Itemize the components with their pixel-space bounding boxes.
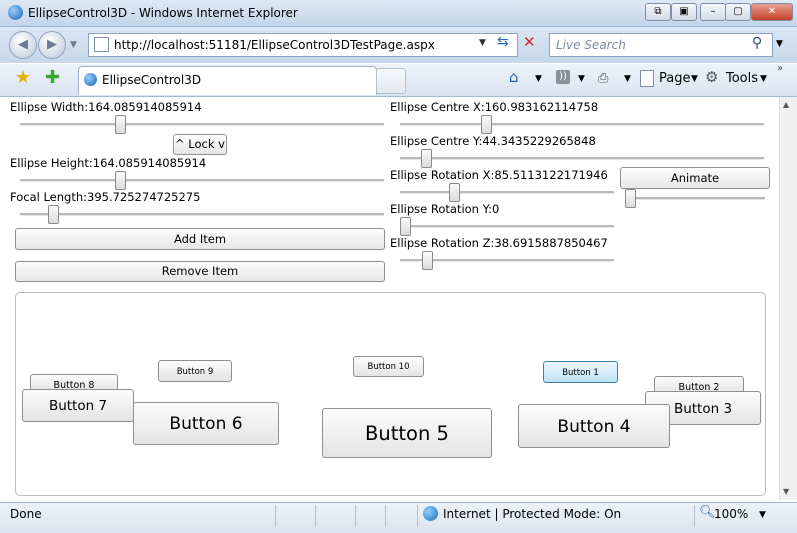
scroll-down-icon[interactable]: ▼	[783, 487, 789, 496]
item-button-7[interactable]: Button 7	[22, 389, 134, 422]
forward-button[interactable]: ▶	[38, 31, 66, 59]
centre-y-label: Ellipse Centre Y:44.3435229265848	[390, 134, 596, 148]
rotation-y-slider[interactable]	[400, 217, 614, 236]
restore-pages-icon[interactable]: ▣	[671, 3, 697, 21]
add-favorites-icon[interactable]: ✚	[45, 67, 60, 88]
animate-slider[interactable]	[625, 189, 765, 208]
status-divider	[417, 505, 418, 527]
item-button-9[interactable]: Button 9	[158, 360, 232, 382]
back-button[interactable]: ◀	[9, 31, 37, 59]
centre-y-slider[interactable]	[400, 149, 764, 168]
add-item-button[interactable]: Add Item	[15, 228, 385, 250]
slider-thumb[interactable]	[421, 149, 432, 168]
tab-label[interactable]: EllipseControl3D	[102, 73, 201, 87]
status-divider	[355, 505, 356, 527]
slider-thumb[interactable]	[48, 205, 59, 224]
status-bar	[0, 502, 797, 533]
home-dropdown-icon[interactable]: ▼	[535, 74, 542, 84]
new-tab-button[interactable]	[376, 68, 406, 94]
slider-thumb[interactable]	[400, 217, 411, 236]
focal-length-label: Focal Length:395.725274725275	[10, 190, 201, 204]
item-button-4[interactable]: Button 4	[518, 404, 670, 448]
search-input[interactable]: Live Search	[556, 38, 626, 52]
rotation-x-label: Ellipse Rotation X:85.5113122171946	[390, 168, 608, 182]
favorites-star-icon[interactable]: ★	[15, 67, 31, 88]
tools-menu[interactable]: Tools	[726, 71, 758, 86]
slider-thumb[interactable]	[481, 115, 492, 134]
item-button-1[interactable]: Button 1	[543, 361, 618, 383]
tools-dropdown-icon[interactable]: ▼	[760, 74, 767, 84]
page-icon	[94, 37, 109, 52]
slider-thumb[interactable]	[115, 115, 126, 134]
ellipse-width-label: Ellipse Width:164.085914085914	[10, 100, 202, 114]
status-divider	[315, 505, 316, 527]
slider-thumb[interactable]	[115, 171, 126, 190]
compat-icon[interactable]: ⧉	[645, 3, 671, 21]
focal-length-slider[interactable]	[20, 205, 384, 224]
print-icon[interactable]: ⎙	[598, 71, 608, 86]
ie-logo-icon	[8, 5, 23, 20]
slider-thumb[interactable]	[625, 189, 636, 208]
window-title: EllipseControl3D - Windows Internet Expl…	[28, 6, 298, 20]
item-button-6[interactable]: Button 6	[133, 402, 279, 445]
minimize-button[interactable]: –	[700, 3, 726, 21]
centre-x-label: Ellipse Centre X:160.983162114758	[390, 100, 599, 114]
maximize-button[interactable]: ▢	[725, 3, 751, 21]
rotation-y-label: Ellipse Rotation Y:0	[390, 202, 500, 216]
gear-icon[interactable]: ⚙	[705, 68, 718, 86]
ellipse-height-label: Ellipse Height:164.085914085914	[10, 156, 207, 170]
stop-icon[interactable]: ✕	[523, 33, 536, 51]
feeds-dropdown-icon[interactable]: ▼	[578, 74, 585, 84]
feeds-icon[interactable]: ))	[556, 70, 570, 84]
slider-thumb[interactable]	[422, 251, 433, 270]
rotation-x-slider[interactable]	[400, 183, 614, 202]
search-options-icon[interactable]: ▼	[776, 39, 783, 49]
slider-thumb[interactable]	[449, 183, 460, 202]
search-icon[interactable]: ⚲	[752, 35, 762, 51]
address-url[interactable]: http://localhost:51181/EllipseControl3DT…	[114, 38, 435, 52]
page-menu[interactable]: Page	[659, 71, 690, 86]
scroll-up-icon[interactable]: ▲	[783, 100, 789, 109]
chevron-more-icon[interactable]: »	[777, 63, 783, 74]
history-dropdown-icon[interactable]: ▼	[70, 40, 77, 50]
status-text: Done	[10, 507, 42, 521]
security-zone[interactable]: Internet | Protected Mode: On	[443, 507, 621, 521]
item-button-5[interactable]: Button 5	[322, 408, 492, 458]
status-divider	[275, 505, 276, 527]
ellipse-height-slider[interactable]	[20, 171, 384, 190]
print-dropdown-icon[interactable]: ▼	[624, 74, 631, 84]
zoom-level[interactable]: 100%	[714, 507, 748, 521]
animate-button[interactable]: Animate	[620, 167, 770, 189]
refresh-icon[interactable]: ⇆	[497, 34, 509, 50]
vertical-scrollbar[interactable]	[779, 97, 797, 500]
ellipse-width-slider[interactable]	[20, 115, 384, 134]
rotation-z-slider[interactable]	[400, 251, 614, 270]
globe-icon	[423, 506, 438, 521]
status-divider	[385, 505, 386, 527]
centre-x-slider[interactable]	[400, 115, 764, 134]
tab-ie-icon	[84, 73, 97, 86]
zoom-dropdown-icon[interactable]: ▼	[759, 510, 766, 520]
lock-button[interactable]: ^ Lock v	[173, 134, 227, 155]
home-icon[interactable]: ⌂	[509, 68, 519, 86]
page-dropdown-icon[interactable]: ▼	[691, 74, 698, 84]
item-button-10[interactable]: Button 10	[353, 356, 424, 377]
page-menu-icon[interactable]	[640, 70, 654, 87]
address-dropdown-icon[interactable]: ▼	[479, 38, 486, 48]
remove-item-button[interactable]: Remove Item	[15, 261, 385, 282]
status-divider	[694, 505, 695, 527]
close-button[interactable]: ✕	[751, 3, 793, 21]
rotation-z-label: Ellipse Rotation Z:38.6915887850467	[390, 236, 608, 250]
